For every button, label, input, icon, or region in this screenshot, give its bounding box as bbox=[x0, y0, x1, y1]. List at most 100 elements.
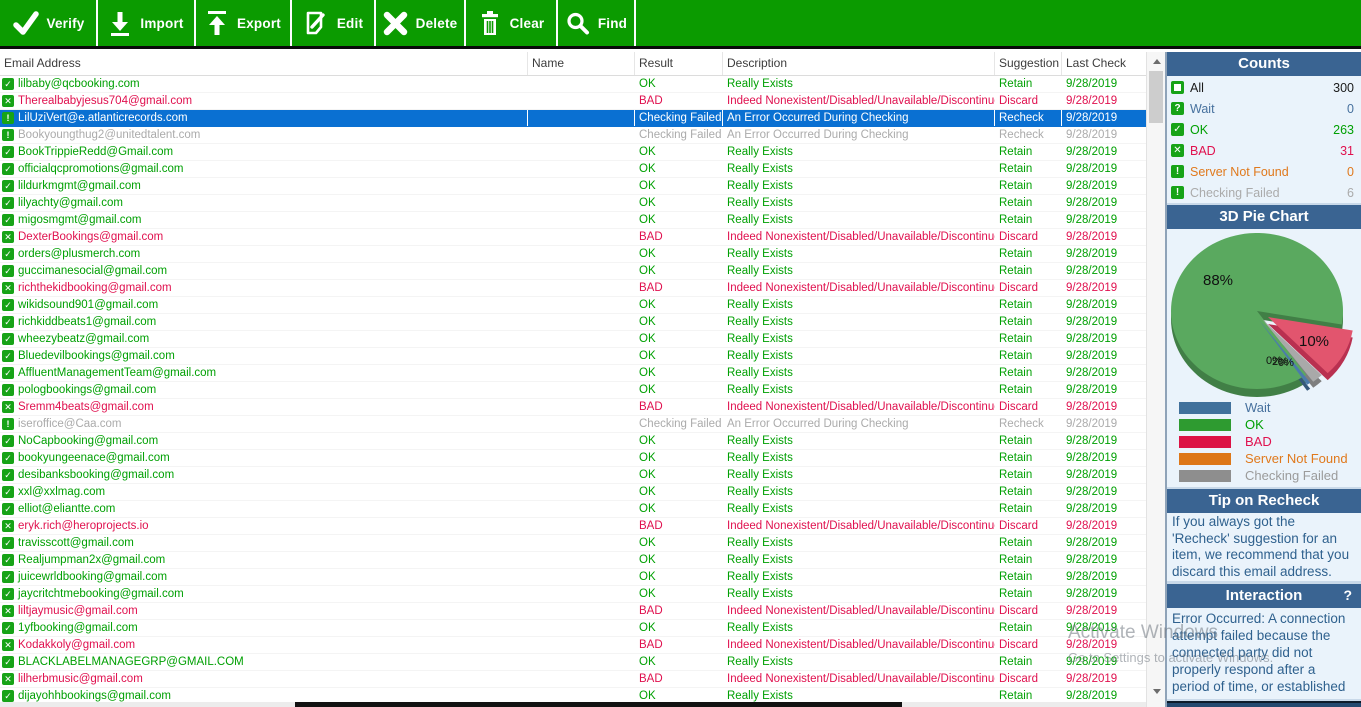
table-row[interactable]: ✕DexterBookings@gmail.comBADIndeed Nonex… bbox=[0, 229, 1146, 246]
horizontal-scrollbar-thumb[interactable] bbox=[295, 702, 902, 707]
table-row[interactable]: ✕richthekidbooking@gmail.comBADIndeed No… bbox=[0, 280, 1146, 297]
check-status-icon: ✓ bbox=[2, 571, 14, 583]
verify-button[interactable]: Verify bbox=[0, 0, 98, 46]
name-cell bbox=[528, 110, 635, 126]
table-row[interactable]: ✕Therealbabyjesus704@gmail.comBADIndeed … bbox=[0, 93, 1146, 110]
table-row[interactable]: !iseroffice@Caa.comChecking FailedAn Err… bbox=[0, 416, 1146, 433]
table-row[interactable]: ✓lilyachty@gmail.comOKReally ExistsRetai… bbox=[0, 195, 1146, 212]
table-row[interactable]: ✓BLACKLABELMANAGEGRP@GMAIL.COMOKReally E… bbox=[0, 654, 1146, 671]
table-row[interactable]: ✓elliot@eliantte.comOKReally ExistsRetai… bbox=[0, 501, 1146, 518]
table-row[interactable]: !LilUziVert@e.atlanticrecords.comCheckin… bbox=[0, 110, 1146, 127]
interaction-title: Interaction bbox=[1226, 587, 1303, 604]
table-row[interactable]: ✓AffluentManagementTeam@gmail.comOKReall… bbox=[0, 365, 1146, 382]
count-row[interactable]: All300 bbox=[1167, 77, 1361, 98]
table-row[interactable]: ✓1yfbooking@gmail.comOKReally ExistsReta… bbox=[0, 620, 1146, 637]
description-cell: Indeed Nonexistent/Disabled/Unavailable/… bbox=[723, 229, 995, 245]
table-row[interactable]: ✓lilbaby@qcbooking.comOKReally ExistsRet… bbox=[0, 76, 1146, 93]
table-row[interactable]: ✕Kodakkoly@gmail.comBADIndeed Nonexisten… bbox=[0, 637, 1146, 654]
name-cell bbox=[528, 212, 635, 228]
result-cell: OK bbox=[635, 620, 723, 636]
import-button[interactable]: Import bbox=[98, 0, 196, 46]
clear-button[interactable]: Clear bbox=[466, 0, 558, 46]
table-row[interactable]: ✓richkiddbeats1@gmail.comOKReally Exists… bbox=[0, 314, 1146, 331]
result-cell: OK bbox=[635, 76, 723, 92]
email-cell: ✓wheezybeatz@gmail.com bbox=[0, 331, 528, 347]
delete-label: Delete bbox=[416, 16, 458, 31]
column-header-suggestion[interactable]: Suggestion bbox=[995, 52, 1062, 75]
table-row[interactable]: ✓desibanksbooking@gmail.comOKReally Exis… bbox=[0, 467, 1146, 484]
column-header-lastcheck[interactable]: Last Check bbox=[1062, 52, 1146, 75]
lastcheck-cell: 9/28/2019 bbox=[1062, 484, 1146, 500]
table-row[interactable]: ✓orders@plusmerch.comOKReally ExistsReta… bbox=[0, 246, 1146, 263]
table-row[interactable]: ✓wheezybeatz@gmail.comOKReally ExistsRet… bbox=[0, 331, 1146, 348]
table-row[interactable]: !Bookyoungthug2@unitedtalent.comChecking… bbox=[0, 127, 1146, 144]
column-header-description[interactable]: Description bbox=[723, 52, 995, 75]
result-cell: OK bbox=[635, 586, 723, 602]
table-row[interactable]: ✓Realjumpman2x@gmail.comOKReally ExistsR… bbox=[0, 552, 1146, 569]
legend-row: Wait bbox=[1167, 399, 1361, 416]
legend-swatch bbox=[1179, 470, 1231, 482]
email-address: Kodakkoly@gmail.com bbox=[18, 637, 135, 653]
email-address: LilUziVert@e.atlanticrecords.com bbox=[18, 110, 188, 126]
table-row[interactable]: ✓NoCapbooking@gmail.comOKReally ExistsRe… bbox=[0, 433, 1146, 450]
export-button[interactable]: Export bbox=[196, 0, 292, 46]
table-row[interactable]: ✓BookTrippieRedd@Gmail.comOKReally Exist… bbox=[0, 144, 1146, 161]
table-row[interactable]: ✓migosmgmt@gmail.comOKReally ExistsRetai… bbox=[0, 212, 1146, 229]
table-row[interactable]: ✕liltjaymusic@gmail.comBADIndeed Nonexis… bbox=[0, 603, 1146, 620]
table-row[interactable]: ✕eryk.rich@heroprojects.ioBADIndeed None… bbox=[0, 518, 1146, 535]
check-status-icon: ✓ bbox=[2, 690, 14, 702]
email-cell: ✓dijayohhbookings@gmail.com bbox=[0, 688, 528, 702]
table-row[interactable]: ✓wikidsound901@gmail.comOKReally ExistsR… bbox=[0, 297, 1146, 314]
scroll-down-arrow-icon[interactable] bbox=[1147, 683, 1166, 699]
email-address: Realjumpman2x@gmail.com bbox=[18, 552, 165, 568]
check-status-icon: ✓ bbox=[2, 78, 14, 90]
check-count-icon: ✓ bbox=[1171, 123, 1184, 136]
table-row[interactable]: ✓Bluedevilbookings@gmail.comOKReally Exi… bbox=[0, 348, 1146, 365]
check-status-icon: ✓ bbox=[2, 622, 14, 634]
check-status-icon: ✓ bbox=[2, 486, 14, 498]
email-address: liltjaymusic@gmail.com bbox=[18, 603, 138, 619]
table-row[interactable]: ✓jaycritchtmebooking@gmail.comOKReally E… bbox=[0, 586, 1146, 603]
vertical-scrollbar-thumb[interactable] bbox=[1149, 71, 1163, 123]
vertical-scrollbar[interactable] bbox=[1146, 52, 1165, 707]
count-row[interactable]: ✓OK263 bbox=[1167, 119, 1361, 140]
find-button[interactable]: Find bbox=[558, 0, 636, 46]
help-question-icon[interactable]: ? bbox=[1343, 584, 1352, 607]
count-row[interactable]: ✕BAD31 bbox=[1167, 140, 1361, 161]
exclaim-count-icon: ! bbox=[1171, 186, 1184, 199]
email-cell: ✓migosmgmt@gmail.com bbox=[0, 212, 528, 228]
export-arrow-up-icon bbox=[205, 10, 229, 37]
column-header-email[interactable]: Email Address bbox=[0, 52, 528, 75]
table-row[interactable]: ✓guccimanesocial@gmail.comOKReally Exist… bbox=[0, 263, 1146, 280]
email-cell: ✓travisscott@gmail.com bbox=[0, 535, 528, 551]
table-row[interactable]: ✓pologbookings@gmail.comOKReally ExistsR… bbox=[0, 382, 1146, 399]
name-cell bbox=[528, 93, 635, 109]
delete-button[interactable]: Delete bbox=[376, 0, 466, 46]
table-row[interactable]: ✓juicewrldbooking@gmail.comOKReally Exis… bbox=[0, 569, 1146, 586]
email-address: NoCapbooking@gmail.com bbox=[18, 433, 158, 449]
table-row[interactable]: ✓dijayohhbookings@gmail.comOKReally Exis… bbox=[0, 688, 1146, 702]
column-header-result[interactable]: Result bbox=[635, 52, 723, 75]
tip-panel-header: Tip on Recheck bbox=[1167, 489, 1361, 513]
name-cell bbox=[528, 144, 635, 160]
count-row[interactable]: ?Wait0 bbox=[1167, 98, 1361, 119]
table-row[interactable]: ✓bookyungeenace@gmail.comOKReally Exists… bbox=[0, 450, 1146, 467]
scroll-up-arrow-icon[interactable] bbox=[1147, 53, 1166, 69]
email-cell: !Bookyoungthug2@unitedtalent.com bbox=[0, 127, 528, 143]
count-row[interactable]: !Checking Failed6 bbox=[1167, 182, 1361, 203]
table-row[interactable]: ✓travisscott@gmail.comOKReally ExistsRet… bbox=[0, 535, 1146, 552]
table-row[interactable]: ✕Sremm4beats@gmail.comBADIndeed Nonexist… bbox=[0, 399, 1146, 416]
count-label: BAD bbox=[1190, 144, 1216, 158]
count-value: 263 bbox=[1333, 123, 1354, 137]
table-row[interactable]: ✓lildurkmgmt@gmail.comOKReally ExistsRet… bbox=[0, 178, 1146, 195]
table-row[interactable]: ✓officialqcpromotions@gmail.comOKReally … bbox=[0, 161, 1146, 178]
horizontal-scrollbar[interactable] bbox=[0, 702, 1146, 707]
email-verifier-window: Verify Import Export Edit Delete Clear F… bbox=[0, 0, 1361, 707]
count-row[interactable]: !Server Not Found0 bbox=[1167, 161, 1361, 182]
description-cell: Really Exists bbox=[723, 144, 995, 160]
edit-button[interactable]: Edit bbox=[292, 0, 376, 46]
result-cell: OK bbox=[635, 348, 723, 364]
table-row[interactable]: ✓xxl@xxlmag.comOKReally ExistsRetain9/28… bbox=[0, 484, 1146, 501]
column-header-name[interactable]: Name bbox=[528, 52, 635, 75]
table-row[interactable]: ✕lilherbmusic@gmail.comBADIndeed Nonexis… bbox=[0, 671, 1146, 688]
